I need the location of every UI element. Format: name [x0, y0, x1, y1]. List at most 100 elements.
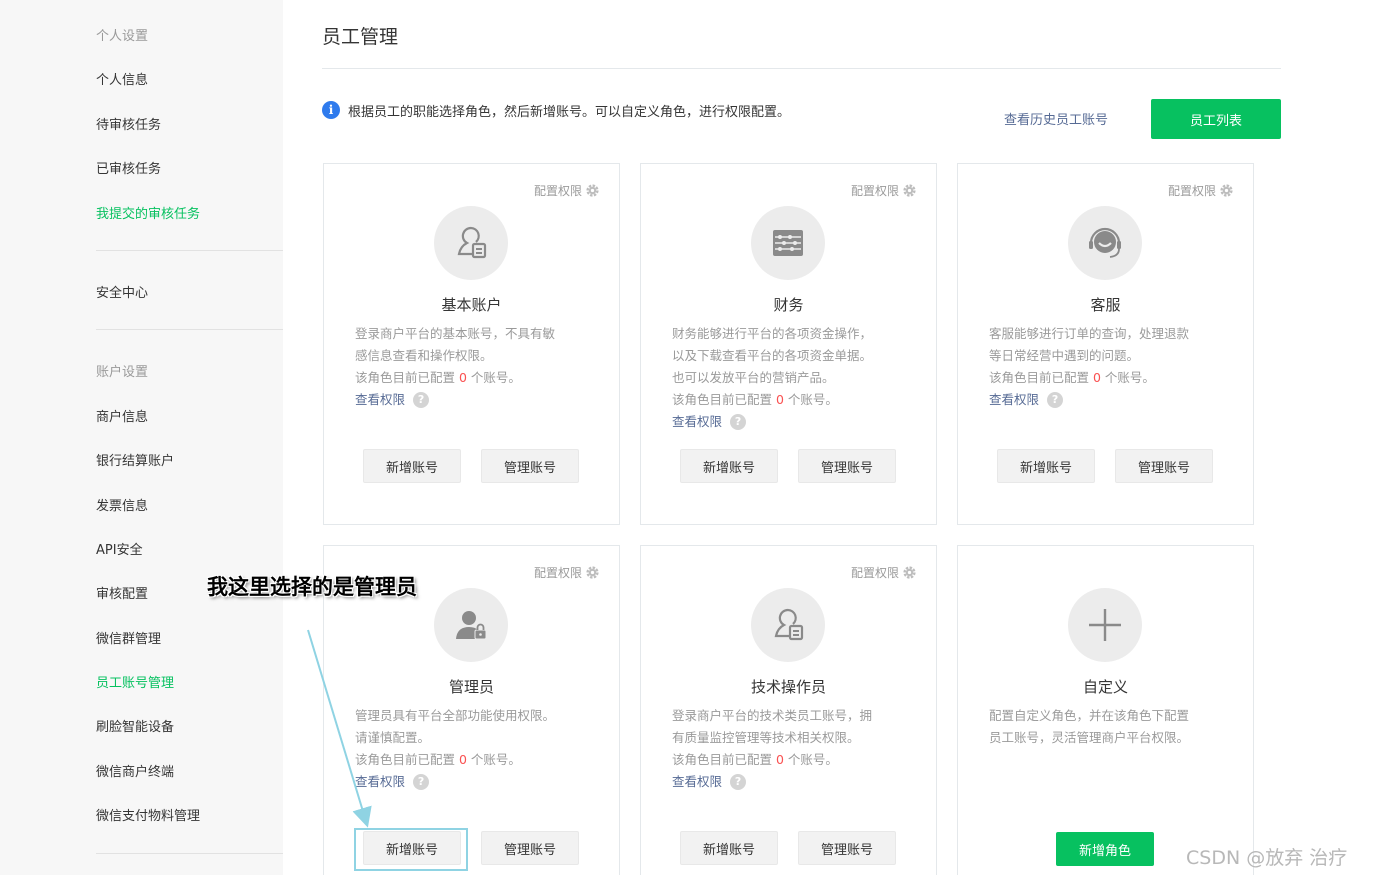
view-permission-label: 查看权限 — [355, 392, 406, 407]
count-prefix: 该角色目前已配置 — [672, 392, 776, 407]
sidebar-divider — [96, 329, 283, 330]
view-permission-link[interactable]: 查看权限? — [672, 411, 747, 433]
role-name: 管理员 — [448, 678, 494, 696]
sidebar-item-staff-account[interactable]: 员工账号管理 — [96, 672, 174, 691]
help-icon[interactable]: ? — [730, 414, 747, 430]
annotation-highlight-box — [354, 828, 468, 871]
account-count: 该角色目前已配置 0 个账号。 — [355, 367, 600, 389]
account-count: 该角色目前已配置 0 个账号。 — [672, 389, 917, 411]
add-account-button[interactable]: 新增账号 — [680, 449, 778, 483]
account-count: 该角色目前已配置 0 个账号。 — [989, 367, 1234, 389]
desc-line: 登录商户平台的基本账号，不具有敏 — [355, 326, 556, 341]
view-permission-link[interactable]: 查看权限? — [355, 771, 430, 793]
config-permission-link[interactable]: 配置权限 — [534, 182, 599, 199]
config-permission-label: 配置权限 — [850, 184, 899, 198]
desc-line: 登录商户平台的技术类员工账号，拥 — [672, 708, 873, 723]
role-description: 客服能够进行订单的查询，处理退款 等日常经营中遇到的问题。 该角色目前已配置 0… — [989, 323, 1234, 411]
role-name: 技术操作员 — [750, 678, 826, 696]
count-value: 0 — [775, 752, 784, 767]
desc-line: 管理员具有平台全部功能使用权限。 — [355, 708, 556, 723]
manage-account-button[interactable]: 管理账号 — [798, 831, 896, 865]
sidebar-item-bank-account[interactable]: 银行结算账户 — [96, 450, 174, 469]
desc-line: 感信息查看和操作权限。 — [355, 348, 493, 363]
role-name: 客服 — [1090, 296, 1121, 314]
sidebar-divider — [96, 853, 283, 854]
gear-icon — [586, 184, 599, 197]
role-card-basic: 配置权限 基本账户 登录商户平台的基本账号，不具有敏 感信息查看和操作权限。 该… — [323, 163, 620, 525]
sidebar-item-my-submitted-tasks[interactable]: 我提交的审核任务 — [96, 203, 200, 222]
sidebar-item-face-device[interactable]: 刷脸智能设备 — [96, 716, 174, 735]
config-permission-label: 配置权限 — [533, 184, 582, 198]
sidebar-item-pay-materials[interactable]: 微信支付物料管理 — [96, 805, 200, 824]
config-permission-label: 配置权限 — [533, 566, 582, 580]
view-permission-label: 查看权限 — [355, 774, 406, 789]
count-suffix: 个账号。 — [466, 752, 521, 767]
role-card-custom: 自定义 配置自定义角色，并在该角色下配置 员工账号，灵活管理商户平台权限。 新增… — [957, 545, 1254, 875]
add-account-button[interactable]: 新增账号 — [363, 449, 461, 483]
history-staff-link[interactable]: 查看历史员工账号 — [1004, 109, 1108, 128]
role-description: 管理员具有平台全部功能使用权限。 请谨慎配置。 该角色目前已配置 0 个账号。 … — [355, 705, 600, 793]
view-permission-link[interactable]: 查看权限? — [989, 389, 1064, 411]
sidebar: 个人设置 个人信息 待审核任务 已审核任务 我提交的审核任务 安全中心 账户设置… — [0, 0, 283, 875]
gear-icon — [1220, 184, 1233, 197]
view-permission-label: 查看权限 — [672, 414, 723, 429]
view-permission-link[interactable]: 查看权限? — [355, 389, 430, 411]
config-permission-link[interactable]: 配置权限 — [851, 564, 916, 581]
config-permission-label: 配置权限 — [1167, 184, 1216, 198]
help-icon[interactable]: ? — [413, 774, 430, 790]
role-description: 登录商户平台的技术类员工账号，拥 有质量监控管理等技术相关权限。 该角色目前已配… — [672, 705, 917, 793]
manage-account-button[interactable]: 管理账号 — [798, 449, 896, 483]
view-permission-link[interactable]: 查看权限? — [672, 771, 747, 793]
add-account-button[interactable]: 新增账号 — [680, 831, 778, 865]
gear-icon — [903, 184, 916, 197]
add-account-button[interactable]: 新增账号 — [997, 449, 1095, 483]
plus-icon — [1068, 588, 1142, 662]
user-lock-icon — [434, 588, 508, 662]
sidebar-item-reviewed-tasks[interactable]: 已审核任务 — [96, 158, 161, 177]
sidebar-item-api-security[interactable]: API安全 — [96, 539, 143, 558]
count-prefix: 该角色目前已配置 — [355, 752, 459, 767]
gear-icon — [903, 566, 916, 579]
config-permission-link[interactable]: 配置权限 — [851, 182, 916, 199]
config-permission-link[interactable]: 配置权限 — [534, 564, 599, 581]
sidebar-item-invoice-info[interactable]: 发票信息 — [96, 495, 148, 514]
count-prefix: 该角色目前已配置 — [989, 370, 1093, 385]
sidebar-item-wechat-group[interactable]: 微信群管理 — [96, 628, 161, 647]
view-permission-label: 查看权限 — [672, 774, 723, 789]
help-icon[interactable]: ? — [730, 774, 747, 790]
manage-account-button[interactable]: 管理账号 — [1115, 449, 1213, 483]
gear-icon — [586, 566, 599, 579]
info-icon: i — [322, 101, 340, 119]
role-description: 配置自定义角色，并在该角色下配置 员工账号，灵活管理商户平台权限。 — [989, 705, 1234, 749]
desc-line: 也可以发放平台的营销产品。 — [672, 370, 835, 385]
count-value: 0 — [1092, 370, 1101, 385]
title-divider — [322, 68, 1281, 69]
sidebar-item-security-center[interactable]: 安全中心 — [96, 282, 148, 301]
abacus-icon — [751, 206, 825, 280]
help-icon[interactable]: ? — [413, 392, 430, 408]
desc-line: 请谨慎配置。 — [355, 730, 431, 745]
user-doc-icon — [751, 588, 825, 662]
sidebar-divider — [96, 250, 283, 251]
role-card-finance: 配置权限 财务 财务能够进行平台的各项资金操作， 以及下载查看平台的各项资金单据… — [640, 163, 937, 525]
count-value: 0 — [458, 370, 467, 385]
role-name: 基本账户 — [441, 296, 502, 314]
config-permission-link[interactable]: 配置权限 — [1168, 182, 1233, 199]
manage-account-button[interactable]: 管理账号 — [481, 449, 579, 483]
sidebar-item-personal-info[interactable]: 个人信息 — [96, 69, 148, 88]
desc-line: 客服能够进行订单的查询，处理退款 — [989, 326, 1190, 341]
count-suffix: 个账号。 — [466, 370, 521, 385]
help-icon[interactable]: ? — [1047, 392, 1064, 408]
sidebar-item-merchant-info[interactable]: 商户信息 — [96, 406, 148, 425]
manage-account-button[interactable]: 管理账号 — [481, 831, 579, 865]
count-prefix: 该角色目前已配置 — [672, 752, 776, 767]
count-suffix: 个账号。 — [783, 392, 838, 407]
role-card-tech-operator: 配置权限 技术操作员 登录商户平台的技术类员工账号，拥 有质量监控管理等技术相关… — [640, 545, 937, 875]
sidebar-item-merchant-terminal[interactable]: 微信商户终端 — [96, 761, 174, 780]
user-doc-icon — [434, 206, 508, 280]
staff-list-button[interactable]: 员工列表 — [1151, 99, 1281, 139]
sidebar-item-review-config[interactable]: 审核配置 — [96, 583, 148, 602]
add-role-button[interactable]: 新增角色 — [1056, 832, 1154, 866]
sidebar-item-pending-tasks[interactable]: 待审核任务 — [96, 114, 161, 133]
desc-line: 员工账号，灵活管理商户平台权限。 — [989, 730, 1190, 745]
